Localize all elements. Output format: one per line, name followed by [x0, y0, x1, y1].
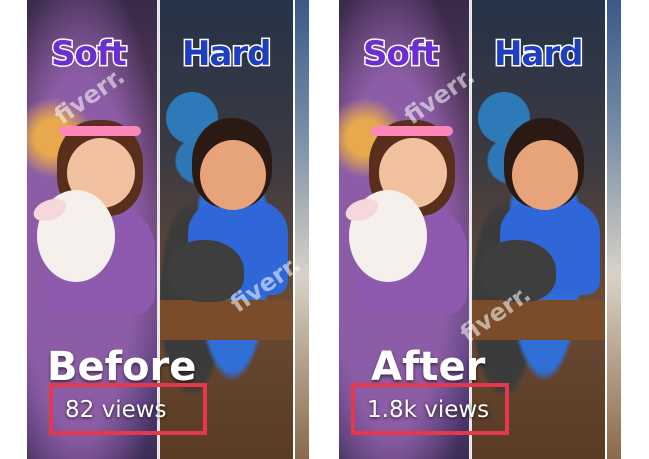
- desk: [470, 300, 605, 340]
- before-views-highlight: 82 views: [49, 383, 207, 435]
- soft-label: Soft: [362, 33, 441, 76]
- before-card: Soft Hard Before 82 views: [27, 0, 293, 459]
- before-views-count: 82 views: [65, 397, 167, 423]
- hard-label: Hard: [181, 33, 273, 76]
- neighbor-image-edge: [295, 0, 309, 459]
- hard-label: Hard: [493, 33, 585, 76]
- rock: [480, 240, 556, 302]
- neighbor-image-edge: [607, 0, 621, 459]
- soft-label: Soft: [50, 33, 129, 76]
- after-views-count: 1.8k views: [367, 397, 490, 423]
- after-views-highlight: 1.8k views: [351, 383, 509, 435]
- after-card: Soft Hard After 1.8k views: [339, 0, 605, 459]
- boy-face: [512, 140, 578, 210]
- desk: [158, 300, 293, 340]
- rock: [168, 240, 244, 302]
- headband: [371, 126, 453, 136]
- boy-face: [200, 140, 266, 210]
- headband: [59, 126, 141, 136]
